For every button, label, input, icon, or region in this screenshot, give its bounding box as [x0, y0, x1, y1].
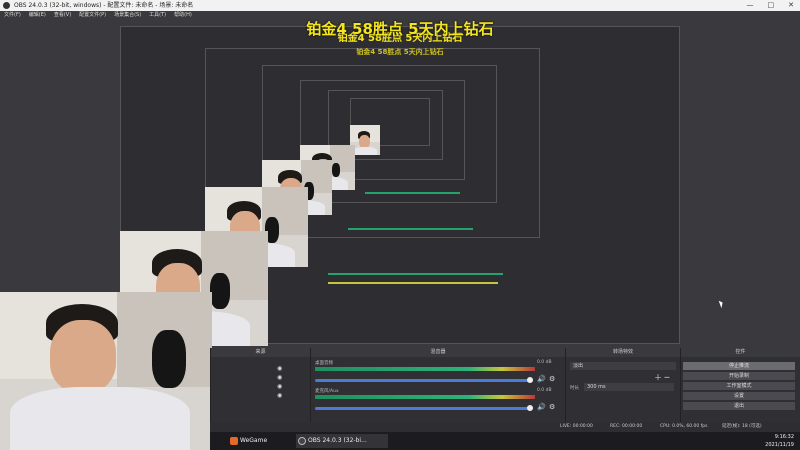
maximize-icon[interactable]: □ [768, 0, 775, 11]
studio-mode-button[interactable]: 工作室模式 [683, 382, 795, 390]
menu-bar: 文件(F) 编辑(E) 查看(V) 配置文件(P) 场景集合(S) 工具(T) … [0, 11, 800, 20]
overlay-echo: 铂金4 58胜点 5天内上钻石 [340, 47, 460, 57]
meter-mic [315, 395, 535, 399]
menu-help[interactable]: 帮助(H) [174, 11, 192, 20]
tray-date: 2021/11/19 [765, 442, 794, 448]
settings-button[interactable]: 设置 [683, 392, 795, 400]
wegame-icon [230, 437, 238, 445]
overlay-text: 铂金4 58胜点 5天内上钻石 [306, 20, 494, 38]
taskbar-app-label: WeGame [240, 437, 268, 444]
obs-logo-icon [3, 2, 10, 9]
duration-input[interactable]: 300 ms [584, 383, 674, 391]
system-tray-clock[interactable]: 9:16:32 2021/11/19 [765, 433, 794, 449]
speaker-icon[interactable]: 🔊 [537, 375, 546, 383]
sources-header: 来源 [211, 348, 310, 357]
gear-icon[interactable]: ⚙ [549, 375, 555, 383]
add-remove-transition[interactable]: ＋ ─ [654, 372, 669, 383]
status-live: LIVE: 00:00:00 [560, 424, 593, 429]
dock-area: 来源 ◉ ◉ ◉ ◉ 混音器 桌面音频 0.0 dB 🔊 ⚙ 麦克风/Aux 0.0 … [210, 348, 800, 432]
taskbar-app-label: OBS 24.0.3 (32-bi... [308, 437, 367, 444]
menu-view[interactable]: 查看(V) [54, 11, 71, 20]
volume-slider-desktop[interactable] [315, 379, 533, 382]
taskbar-app-wegame[interactable]: WeGame [228, 434, 290, 448]
source-visibility-icons[interactable]: ◉ ◉ ◉ ◉ [277, 364, 282, 400]
transitions-dock: 转场特效 淡出 ＋ ─ 时长 300 ms [565, 348, 680, 432]
minimize-icon[interactable]: — [747, 0, 754, 11]
status-cpu: CPU: 0.0%, 60.00 fps [660, 424, 708, 429]
nested-meter [328, 273, 503, 275]
track-db-mic: 0.0 dB [537, 388, 552, 393]
status-bar: LIVE: 00:00:00 REC: 00:00:00 CPU: 0.0%, … [210, 422, 800, 432]
mixer-header: 混音器 [311, 348, 565, 357]
nested-meter [365, 192, 460, 194]
track-db-desktop: 0.0 dB [537, 360, 552, 365]
status-latency: 延迟(帧): 18 (可选) [722, 424, 762, 429]
window-controls: — □ ✕ [747, 0, 795, 11]
obs-icon [298, 437, 306, 445]
transition-select[interactable]: 淡出 [570, 362, 676, 370]
window-title: OBS 24.0.3 (32-bit, windows) - 配置文件: 未命名… [14, 2, 194, 9]
controls-dock: 控件 [680, 348, 800, 432]
controls-header: 控件 [681, 348, 800, 357]
nested-meter [328, 282, 498, 284]
nested-meter [348, 228, 473, 230]
speaker-icon[interactable]: 🔊 [537, 403, 546, 411]
track-name-mic: 麦克风/Aux [315, 389, 339, 394]
webcam-feed [0, 292, 212, 450]
duration-label: 时长 [570, 386, 579, 391]
taskbar: WeGame OBS 24.0.3 (32-bi... 9:16:32 2021… [210, 432, 800, 450]
start-recording-button[interactable]: 开始录制 [683, 372, 795, 380]
window-titlebar: OBS 24.0.3 (32-bit, windows) - 配置文件: 未命名… [0, 0, 800, 11]
transitions-header: 转场特效 [566, 348, 680, 357]
close-icon[interactable]: ✕ [788, 0, 794, 11]
meter-desktop [315, 367, 535, 371]
status-rec: REC: 00:00:00 [610, 424, 643, 429]
menu-file[interactable]: 文件(F) [4, 11, 21, 20]
menu-scene-collection[interactable]: 场景集合(S) [114, 11, 141, 20]
menu-tools[interactable]: 工具(T) [149, 11, 166, 20]
audio-mixer-dock: 混音器 桌面音频 0.0 dB 🔊 ⚙ 麦克风/Aux 0.0 dB 🔊 ⚙ [310, 348, 565, 432]
stop-streaming-button[interactable]: 停止推流 [683, 362, 795, 370]
volume-slider-mic[interactable] [315, 407, 533, 410]
taskbar-app-obs[interactable]: OBS 24.0.3 (32-bi... [296, 434, 388, 448]
menu-edit[interactable]: 编辑(E) [29, 11, 46, 20]
volume-knob-desktop[interactable] [527, 377, 533, 383]
overlay-echo-text: 铂金4 58胜点 5天内上钻石 [356, 48, 444, 56]
tray-time: 9:16:32 [774, 434, 794, 440]
track-name-desktop: 桌面音频 [315, 361, 333, 366]
menu-profile[interactable]: 配置文件(P) [79, 11, 106, 20]
exit-button[interactable]: 退出 [683, 402, 795, 410]
volume-knob-mic[interactable] [527, 405, 533, 411]
gear-icon[interactable]: ⚙ [549, 403, 555, 411]
sources-dock: 来源 ◉ ◉ ◉ ◉ [210, 348, 310, 432]
